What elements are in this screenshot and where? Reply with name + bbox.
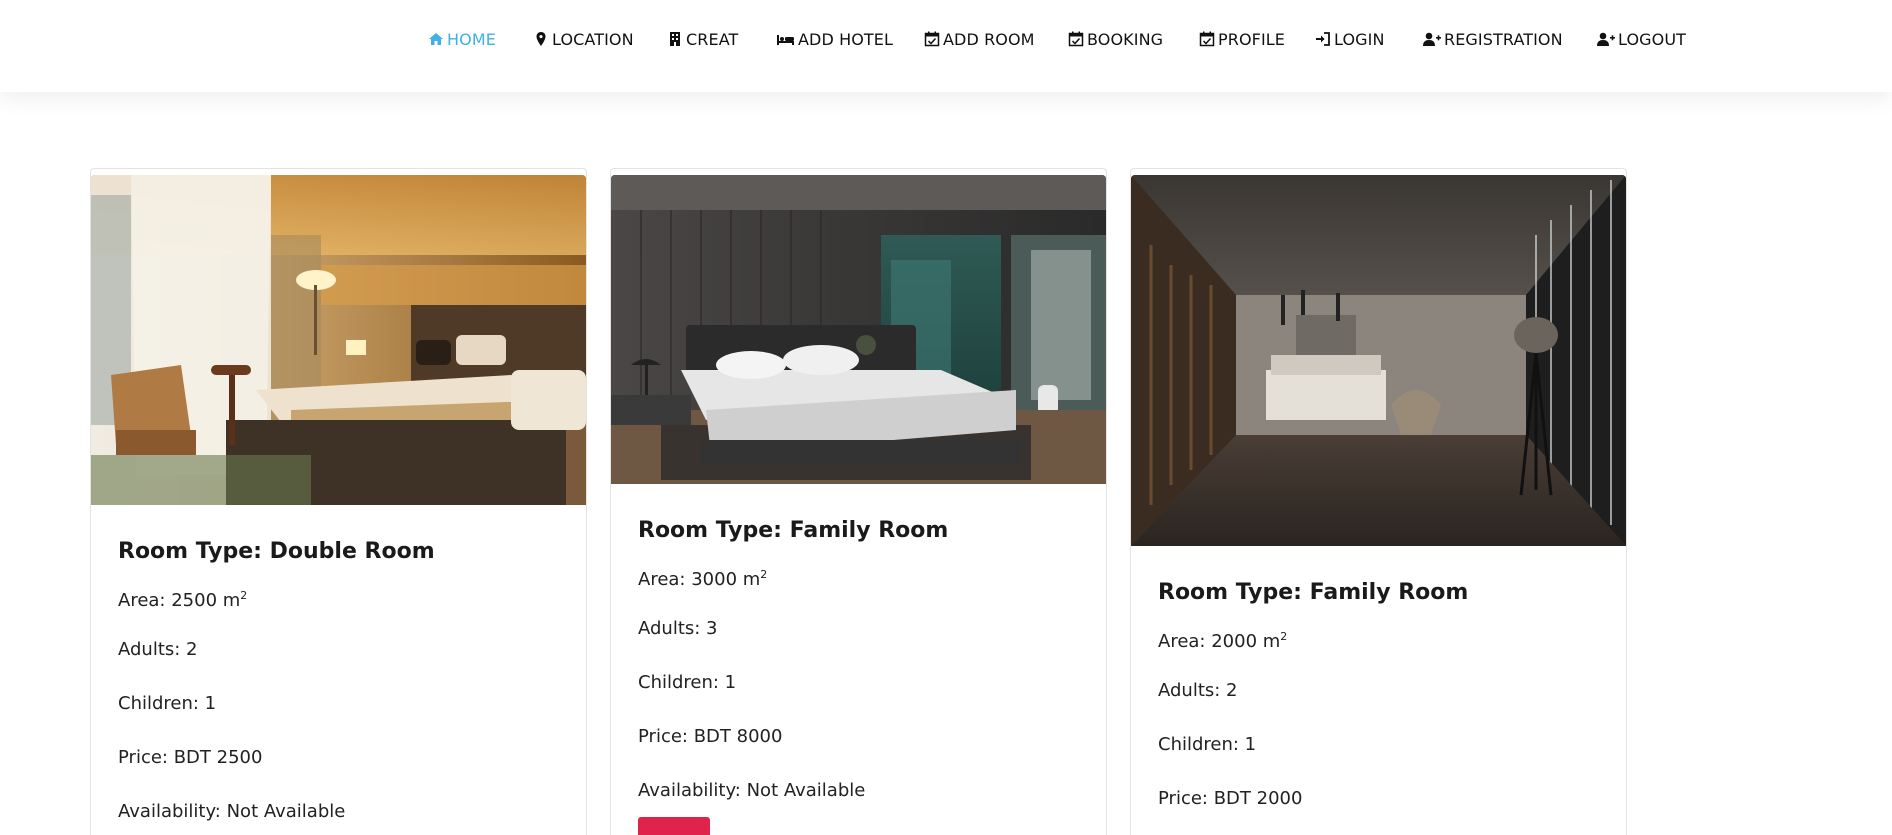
nav-item-label: BOOKING [1087,29,1164,49]
nav-item-label: LOGIN [1334,29,1385,49]
room-type-title: Room Type: Family Room [1158,580,1469,605]
nav-item-login[interactable]: LOGIN [1315,27,1385,51]
room-children: Children: 1 [1158,734,1257,755]
room-image [611,175,1106,484]
nav-item-label: LOGOUT [1618,29,1687,49]
nav-item-profile[interactable]: PROFILE [1199,27,1285,51]
book-button[interactable] [638,817,710,835]
nav-menu: HOME LOCATION CREAT ADD HOTEL ADD ROOM B… [0,0,1892,78]
nav-item-label: REGISTRATION [1444,29,1563,49]
user-plus-icon [1596,31,1615,47]
building-icon [667,31,683,47]
nav-item-home[interactable]: HOME [428,27,496,51]
nav-item-label: PROFILE [1218,29,1286,49]
area-unit-superscript: 2 [760,568,768,581]
room-area: Area: 2000 m2 [1158,630,1288,652]
area-unit-superscript: 2 [1280,630,1288,643]
room-card: Room Type: Double Room Area: 2500 m2 Adu… [90,168,587,835]
room-card: Room Type: Family Room Area: 3000 m2 Adu… [610,168,1107,835]
nav-item-label: ADD ROOM [943,29,1035,49]
room-adults: Adults: 3 [638,618,718,639]
calendar-check-icon [924,31,940,47]
nav-item-registration[interactable]: REGISTRATION [1422,27,1563,51]
home-icon [428,31,444,47]
card-body: Room Type: Family Room Area: 3000 m2 Adu… [611,518,1106,835]
room-children: Children: 1 [638,672,737,693]
calendar-check-icon [1199,31,1215,47]
nav-item-creat[interactable]: CREAT [667,27,738,51]
nav-item-label: HOME [447,29,496,49]
nav-item-add-hotel[interactable]: ADD HOTEL [776,27,893,51]
room-children: Children: 1 [118,693,217,714]
room-area: Area: 2500 m2 [118,589,248,611]
nav-item-label: CREAT [686,29,739,49]
room-card: Room Type: Family Room Area: 2000 m2 Adu… [1130,168,1627,835]
nav-item-label: LOCATION [552,29,634,49]
calendar-check-icon [1068,31,1084,47]
room-image [1131,175,1626,546]
room-type-title: Room Type: Double Room [118,539,435,564]
room-price: Price: BDT 2000 [1158,788,1303,809]
card-body: Room Type: Double Room Area: 2500 m2 Adu… [91,539,586,835]
top-navbar: HOME LOCATION CREAT ADD HOTEL ADD ROOM B… [0,0,1892,92]
room-price: Price: BDT 2500 [118,747,263,768]
user-plus-icon [1422,31,1441,47]
map-marker-icon [533,31,549,47]
room-availability: Availability: Not Available [118,801,346,822]
sign-in-icon [1315,31,1331,47]
nav-item-label: ADD HOTEL [798,29,893,49]
room-type-title: Room Type: Family Room [638,518,949,543]
room-price: Price: BDT 8000 [638,726,783,747]
card-body: Room Type: Family Room Area: 2000 m2 Adu… [1131,580,1626,835]
room-area: Area: 3000 m2 [638,568,768,590]
nav-item-location[interactable]: LOCATION [533,27,634,51]
nav-item-booking[interactable]: BOOKING [1068,27,1163,51]
nav-item-add-room[interactable]: ADD ROOM [924,27,1035,51]
nav-item-logout[interactable]: LOGOUT [1596,27,1686,51]
room-adults: Adults: 2 [1158,680,1238,701]
area-unit-superscript: 2 [240,589,248,602]
room-image [91,175,586,505]
bed-icon [776,31,795,47]
room-adults: Adults: 2 [118,639,198,660]
